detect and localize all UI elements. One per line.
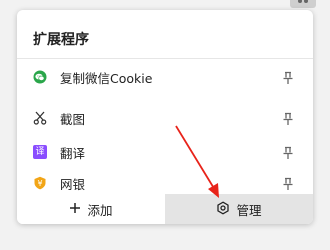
scissors-icon [33, 111, 47, 125]
extension-label: 翻译 [60, 145, 86, 161]
bank-shield-icon: ¥ [33, 176, 47, 190]
extension-item-translate[interactable]: 译 翻译 [17, 137, 313, 167]
manage-label: 管理 [236, 202, 262, 218]
title-divider [17, 58, 313, 59]
add-label: 添加 [87, 202, 113, 218]
extension-label: 网银 [60, 176, 86, 192]
pin-icon[interactable] [281, 111, 295, 125]
extension-item-screenshot[interactable]: 截图 [17, 103, 313, 133]
extension-item-copy-wechat-cookie[interactable]: 复制微信Cookie [17, 62, 313, 92]
plus-icon [69, 202, 81, 217]
translate-icon-glyph: 译 [35, 147, 45, 157]
add-extension-button[interactable]: 添加 [17, 194, 165, 224]
pin-icon[interactable] [281, 145, 295, 159]
pin-icon[interactable] [281, 70, 295, 84]
manage-extensions-button[interactable]: 管理 [165, 194, 313, 224]
extensions-popup: 扩展程序 复制微信Cookie 截图 译 翻译 ¥ 网银 添加 管理 [17, 10, 313, 224]
panel-title: 扩展程序 [33, 32, 89, 48]
translate-icon: 译 [33, 145, 47, 159]
gear-icon [216, 200, 230, 218]
more-menu-button[interactable] [290, 0, 316, 8]
extension-label: 复制微信Cookie [60, 70, 153, 86]
pin-icon[interactable] [281, 176, 295, 190]
extension-label: 截图 [60, 111, 86, 127]
popup-footer: 添加 管理 [17, 194, 313, 224]
svg-text:¥: ¥ [37, 179, 42, 188]
wechat-icon [33, 70, 47, 84]
